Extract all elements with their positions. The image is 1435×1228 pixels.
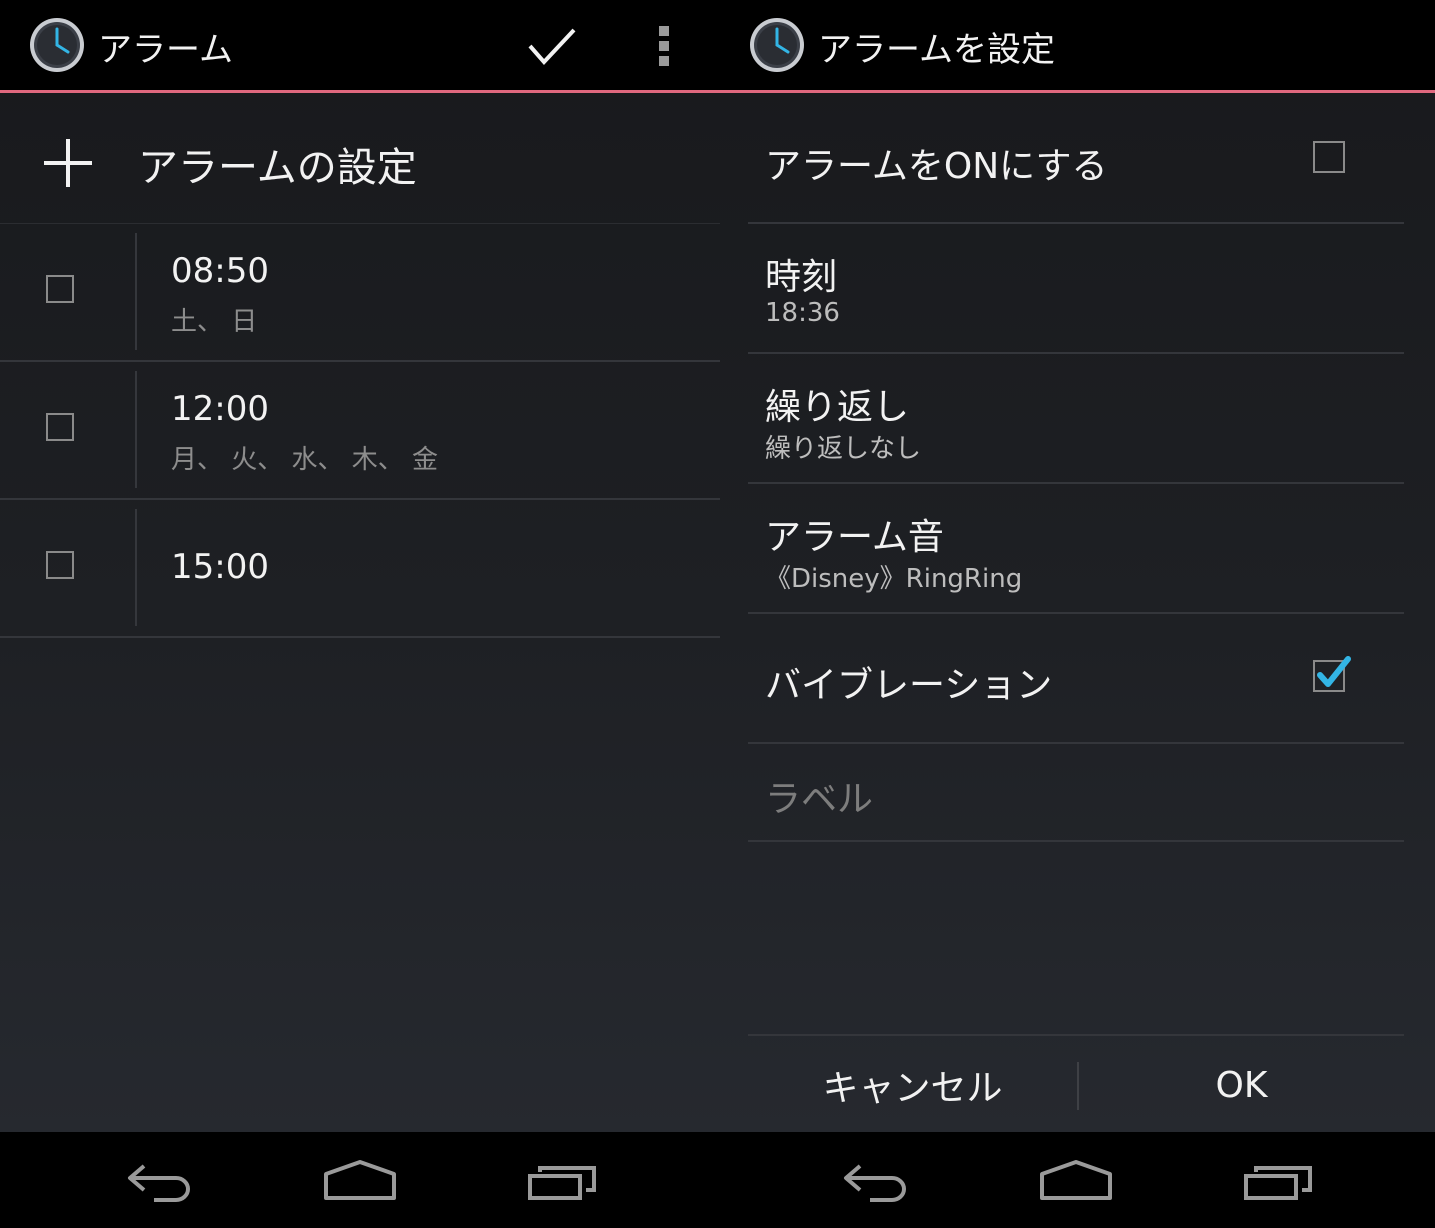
alarm-enable-checkbox[interactable] (46, 551, 74, 579)
action-bar: アラームを設定 (720, 0, 1435, 93)
enable-alarm-checkbox[interactable] (1313, 141, 1345, 173)
setting-value: 《Disney》RingRing (765, 564, 1023, 594)
alarm-enable-checkbox[interactable] (46, 413, 74, 441)
home-icon[interactable] (1038, 1158, 1114, 1204)
back-icon[interactable] (840, 1158, 912, 1204)
alarm-list-screen: アラーム アラームの設定 08:50 土、 日 12:00 月、 火、 水、 木… (0, 0, 720, 1132)
setting-title: 繰り返し (765, 387, 910, 428)
alarm-item[interactable]: 12:00 月、 火、 水、 木、 金 (0, 361, 720, 500)
row-divider (135, 233, 137, 350)
recent-apps-icon[interactable] (1242, 1158, 1314, 1204)
row-divider (135, 371, 137, 488)
alarm-item[interactable]: 08:50 土、 日 (0, 223, 720, 362)
action-bar-title: アラーム (98, 30, 233, 70)
enable-alarm-setting[interactable]: アラームをONにする (748, 93, 1404, 224)
time-setting[interactable]: 時刻 18:36 (748, 224, 1404, 354)
recent-apps-icon[interactable] (526, 1158, 598, 1204)
setting-title: アラームをONにする (765, 146, 1108, 187)
alarm-time: 15:00 (171, 547, 269, 587)
alarm-days: 月、 火、 水、 木、 金 (171, 445, 439, 475)
setting-value: 繰り返しなし (765, 434, 922, 464)
action-bar-title: アラームを設定 (818, 30, 1055, 70)
clock-icon[interactable] (748, 16, 806, 74)
add-alarm-label: アラームの設定 (138, 145, 417, 191)
action-bar: アラーム (0, 0, 720, 93)
setting-title: アラーム音 (765, 517, 944, 558)
alarm-settings-screen: アラームを設定 アラームをONにする 時刻 18:36 繰り返し 繰り返しなし … (720, 0, 1435, 1132)
ok-button[interactable]: OK (1079, 1036, 1404, 1132)
plus-icon (44, 139, 92, 187)
home-icon[interactable] (322, 1158, 398, 1204)
label-setting[interactable]: ラベル (748, 744, 1404, 842)
row-divider (135, 509, 137, 626)
add-alarm-row[interactable]: アラームの設定 (0, 93, 720, 224)
alarm-time: 12:00 (171, 389, 269, 429)
ringtone-setting[interactable]: アラーム音 《Disney》RingRing (748, 484, 1404, 614)
repeat-setting[interactable]: 繰り返し 繰り返しなし (748, 354, 1404, 484)
setting-value: 18:36 (765, 298, 840, 328)
setting-title: バイブレーション (765, 665, 1053, 706)
vibrate-setting[interactable]: バイブレーション (748, 614, 1404, 744)
alarm-item[interactable]: 15:00 (0, 499, 720, 638)
setting-title: 時刻 (765, 257, 838, 298)
label-input[interactable]: ラベル (765, 770, 873, 822)
alarm-time: 08:50 (171, 251, 269, 291)
system-navigation-bar (0, 1132, 1435, 1228)
cancel-button[interactable]: キャンセル (748, 1036, 1077, 1132)
checkmark-icon[interactable] (526, 24, 578, 68)
vibrate-checkbox-checked-icon[interactable] (1313, 656, 1353, 692)
clock-icon[interactable] (28, 16, 86, 74)
dialog-button-bar: キャンセル OK (748, 1034, 1404, 1132)
overflow-menu-icon[interactable] (650, 22, 678, 70)
alarm-enable-checkbox[interactable] (46, 275, 74, 303)
back-icon[interactable] (124, 1158, 196, 1204)
alarm-days: 土、 日 (171, 307, 258, 337)
